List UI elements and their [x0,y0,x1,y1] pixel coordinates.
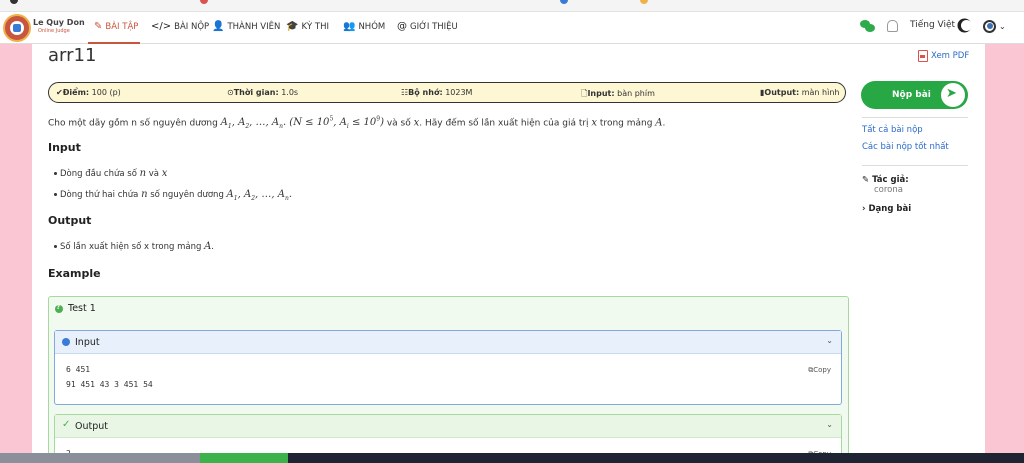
check-icon: ✓ [62,419,71,430]
sample-output-title: Output [75,421,108,432]
site-logo-icon[interactable] [3,14,31,42]
pdf-icon [918,50,928,62]
best-submissions-link[interactable]: Các bài nộp tốt nhất [862,142,949,152]
os-taskbar [0,453,1024,463]
all-submissions-link[interactable]: Tất cả bài nộp [862,125,923,135]
browser-tab-strip [0,0,1024,12]
language-selector[interactable]: Tiếng Việt [910,20,955,30]
bell-icon[interactable] [887,20,898,32]
input-heading: Input [48,141,81,154]
divider [862,165,968,166]
check-icon: ✔ [56,88,63,97]
output-heading: Output [48,214,92,227]
example-heading: Example [48,267,101,280]
chevron-down-icon[interactable]: ⌄ [826,336,833,345]
input-bullet: Dòng thứ hai chứa n số nguyên dương A1, … [53,189,293,202]
nav-item-label: KỲ THI [301,21,330,32]
sample-input-header[interactable]: Input ⌄ [55,331,841,354]
problem-type-toggle[interactable]: › Dạng bài [862,204,911,214]
nav-item-label: BÀI TẬP [105,21,139,32]
chat-icon[interactable] [860,20,876,33]
taskbar-segment[interactable] [200,453,288,463]
edit-icon: ✎ [862,175,870,185]
input-bullet: Dòng đầu chứa số n và x [53,168,168,179]
browser-icon [200,0,208,4]
nav-item-label: THÀNH VIÊN [227,21,281,32]
browser-icon [10,0,18,4]
sample-input-line: 6 451 [66,365,91,374]
test-case-header: Test 1 [55,303,96,314]
output-bullet: Số lần xuất hiện số x trong mảng A. [54,241,214,252]
input-source-info: 🗋Input: bàn phím [581,89,655,98]
nav-item-groups[interactable]: 👥 NHÓM [343,21,385,32]
copy-input-button[interactable]: ⧉Copy [808,366,831,375]
browser-icon [560,0,568,4]
sample-input-title: Input [75,337,100,348]
brand-subtitle: Online Judge [38,28,70,34]
users-icon: 👥 [343,21,356,32]
time-limit-info: ⊙Thời gian: 1.0s [227,88,299,97]
author-label: ✎ Tác giả: [862,175,909,185]
sample-output-header[interactable]: ✓ Output ⌄ [55,415,841,438]
view-pdf-label: Xem PDF [931,51,970,61]
sample-input-line: 91 451 43 3 451 54 [66,380,153,389]
send-icon: ➤ [941,83,965,107]
author-name[interactable]: corona [874,185,903,195]
submit-label: Nộp bài [892,90,931,100]
clock-icon: ⊙ [227,88,234,97]
problem-info-bar: ✔Điểm: 100 (p) ⊙Thời gian: 1.0s ☷Bộ nhớ:… [48,82,846,103]
code-icon: </> [151,21,172,32]
problem-statement: Cho một dãy gồm n số nguyên dương A1, A2… [48,116,666,131]
nav-item-label: BÀI NỘP [174,21,210,32]
pencil-icon: ✎ [94,21,103,32]
nav-item-label: GIỚI THIỆU [410,21,458,32]
nav-item-submissions[interactable]: </> BÀI NỘP [151,21,209,32]
user-icon: 👤 [212,21,225,32]
nav-item-about[interactable]: @ GIỚI THIỆU [397,21,458,32]
divider [862,117,968,118]
nav-item-label: NHÓM [358,21,386,32]
page-title: arr11 [48,45,97,66]
chevron-down-icon[interactable]: ⌄ [826,420,833,429]
chevron-down-icon[interactable]: ⌄ [999,22,1006,31]
nav-item-problems[interactable]: ✎ BÀI TẬP [94,21,138,32]
brand-name[interactable]: Le Quy Don [33,18,85,27]
avatar[interactable] [983,20,996,33]
taskbar-segment [288,453,1024,463]
dark-mode-icon[interactable] [961,20,972,31]
memory-limit-info: ☷Bộ nhớ: 1023M [401,88,473,97]
info-icon [62,338,70,346]
output-target-info: ▮Output: màn hình [760,88,840,97]
sample-input-panel: Input ⌄ 6 451 91 451 43 3 451 54 ⧉Copy [54,330,842,405]
taskbar-segment [0,453,200,463]
graduation-cap-icon: 🎓 [286,21,299,32]
help-icon [55,304,63,313]
chevron-right-icon: › [862,204,866,214]
browser-icon [640,0,648,4]
view-pdf-link[interactable]: Xem PDF [918,50,969,62]
points-info: ✔Điểm: 100 (p) [56,88,121,97]
nav-item-contests[interactable]: 🎓 KỲ THI [286,21,329,32]
test-case-title: Test 1 [68,303,96,314]
at-icon: @ [397,21,407,32]
top-navbar: Le Quy Don Online Judge ✎ BÀI TẬP </> BÀ… [0,12,1024,44]
submit-button[interactable]: Nộp bài ➤ [861,81,968,109]
nav-item-users[interactable]: 👤 THÀNH VIÊN [212,21,280,32]
